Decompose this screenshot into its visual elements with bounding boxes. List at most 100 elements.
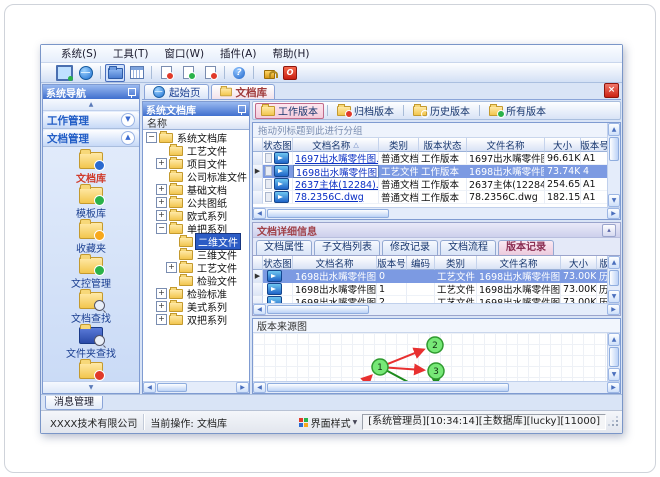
column-header-大小[interactable]: 大小 bbox=[545, 138, 581, 152]
detail-tab-子文档列表[interactable]: 子文档列表 bbox=[314, 240, 380, 255]
scroll-down-icon[interactable]: ▼ bbox=[608, 194, 620, 207]
version-filter-工作版本[interactable]: 工作版本 bbox=[255, 102, 324, 119]
table-row[interactable]: 2637主体(12284).dwg普通文档工作版本2637主体(12284).d… bbox=[253, 178, 607, 191]
document-link[interactable]: 2637主体(12284).dwg bbox=[295, 178, 378, 190]
tree-column-header[interactable]: 名称 bbox=[143, 116, 249, 130]
graph-vertical-scrollbar[interactable]: ▲ ▼ bbox=[607, 333, 620, 381]
version-filter-归档版本[interactable]: 归档版本 bbox=[331, 103, 400, 119]
screen-icon-button[interactable] bbox=[54, 64, 74, 82]
scroll-thumb[interactable] bbox=[609, 347, 619, 367]
resize-grip[interactable] bbox=[609, 417, 619, 427]
document-link[interactable]: 1697出水嘴零件图.dwg bbox=[295, 152, 378, 164]
scroll-left-icon[interactable]: ◀ bbox=[253, 382, 266, 393]
table-row[interactable]: 78.2356C.dwg普通文档工作版本78.2356C.dwg182.15KB… bbox=[253, 191, 607, 204]
column-header-版本号[interactable]: 版本号 bbox=[377, 256, 407, 270]
table-row[interactable]: 1697出水嘴零件图.dwg普通文档工作版本1697出水嘴零件图.dwg96.6… bbox=[253, 152, 607, 165]
sidebar-item-doc-search[interactable]: 文档查找 bbox=[43, 288, 139, 325]
sidebar-item-folder-search[interactable]: 文件夹查找 bbox=[43, 323, 139, 360]
sidebar-group-document[interactable]: 文档管理 ▲ bbox=[43, 130, 139, 147]
tab-message-management[interactable]: 消息管理 bbox=[45, 395, 103, 410]
folder-open-icon-button[interactable] bbox=[105, 63, 125, 82]
sidebar-group-work[interactable]: 工作管理 ▼ bbox=[43, 112, 139, 129]
expand-icon[interactable]: + bbox=[156, 301, 167, 312]
scroll-thumb[interactable] bbox=[157, 383, 187, 392]
doc-refresh-icon-button[interactable] bbox=[178, 64, 198, 82]
document-link[interactable]: 1698出水嘴零件图.dwg bbox=[296, 166, 378, 178]
detail-tab-文档流程[interactable]: 文档流程 bbox=[440, 240, 496, 255]
version-graph[interactable]: 01234 bbox=[253, 333, 607, 381]
detail-horizontal-scrollbar[interactable]: ◀ ▶ bbox=[253, 303, 620, 315]
scroll-thumb[interactable] bbox=[267, 209, 389, 218]
column-header-类别[interactable]: 类别 bbox=[435, 256, 477, 270]
grid-view-icon-button[interactable] bbox=[127, 64, 147, 82]
scroll-thumb[interactable] bbox=[609, 270, 619, 286]
expand-icon[interactable]: + bbox=[166, 262, 177, 273]
collapse-icon[interactable]: − bbox=[146, 132, 157, 143]
scroll-left-icon[interactable]: ◀ bbox=[143, 382, 156, 393]
scroll-down-icon[interactable]: ▼ bbox=[608, 290, 620, 303]
tree-horizontal-scrollbar[interactable]: ◀ ▶ bbox=[143, 381, 249, 393]
sidebar-item-checkout-doc[interactable]: 签出的文档 bbox=[43, 358, 139, 381]
pin-icon[interactable] bbox=[238, 105, 246, 115]
scroll-up-icon[interactable]: ▲ bbox=[608, 333, 620, 346]
detail-tab-修改记录[interactable]: 修改记录 bbox=[382, 240, 438, 255]
scroll-thumb[interactable] bbox=[267, 305, 369, 314]
column-header-版本号[interactable]: 版本号 bbox=[581, 138, 607, 152]
sidebar-item-doc-control[interactable]: 文控管理 bbox=[43, 253, 139, 290]
sidebar-scroll-up[interactable]: ▲ bbox=[43, 99, 139, 111]
menu-item-4[interactable]: 帮助(H) bbox=[264, 47, 317, 61]
detail-tab-版本记录[interactable]: 版本记录 bbox=[498, 240, 554, 255]
scroll-left-icon[interactable]: ◀ bbox=[253, 304, 266, 315]
detail-vertical-scrollbar[interactable]: ▲ ▼ bbox=[607, 256, 620, 303]
expand-icon[interactable]: + bbox=[156, 184, 167, 195]
pin-icon[interactable] bbox=[128, 88, 136, 98]
scroll-right-icon[interactable]: ▶ bbox=[607, 304, 620, 315]
column-header-版本状态[interactable]: 版本状态 bbox=[597, 256, 607, 270]
expand-icon[interactable]: + bbox=[156, 314, 167, 325]
sidebar-scroll-down[interactable]: ▼ bbox=[43, 381, 139, 393]
column-header-大小[interactable]: 大小 bbox=[561, 256, 597, 270]
table-row[interactable]: 1698出水嘴零件图.dwg2工艺文件1698出水嘴零件图.dwg73.00KB… bbox=[253, 296, 607, 303]
column-header-编码[interactable]: 编码 bbox=[407, 256, 435, 270]
expand-icon[interactable]: + bbox=[156, 197, 167, 208]
chevron-down-icon[interactable]: ▼ bbox=[121, 113, 135, 127]
scroll-down-icon[interactable]: ▼ bbox=[608, 368, 620, 381]
column-header-文件名称[interactable]: 文件名称 bbox=[477, 256, 561, 270]
menu-item-2[interactable]: 窗口(W) bbox=[156, 47, 212, 61]
chevron-up-icon[interactable]: ▲ bbox=[121, 131, 135, 145]
scroll-up-icon[interactable]: ▲ bbox=[608, 123, 620, 136]
column-header-类别[interactable]: 类别 bbox=[379, 138, 419, 152]
menu-item-1[interactable]: 工具(T) bbox=[105, 47, 157, 61]
scroll-right-icon[interactable]: ▶ bbox=[236, 382, 249, 393]
document-link[interactable]: 78.2356C.dwg bbox=[295, 192, 364, 203]
column-header-文档名称[interactable]: 文档名称 bbox=[293, 256, 377, 270]
power-icon-button[interactable]: O bbox=[280, 64, 300, 82]
documents-vertical-scrollbar[interactable]: ▲ ▼ bbox=[607, 123, 620, 207]
chevron-down-icon[interactable]: ▼ bbox=[353, 419, 358, 426]
doc-close-icon-button[interactable] bbox=[200, 64, 220, 82]
column-header-状态图[interactable]: 状态图 bbox=[263, 256, 293, 270]
scroll-right-icon[interactable]: ▶ bbox=[607, 208, 620, 219]
scroll-up-icon[interactable]: ▲ bbox=[608, 256, 620, 269]
tab-文档库[interactable]: 文档库 bbox=[210, 84, 275, 99]
column-header-文档名称[interactable]: 文档名称 △ bbox=[293, 138, 379, 152]
expand-icon[interactable]: + bbox=[156, 158, 167, 169]
detail-tab-文档属性[interactable]: 文档属性 bbox=[256, 240, 312, 255]
menu-item-3[interactable]: 插件(A) bbox=[212, 47, 264, 61]
graph-horizontal-scrollbar[interactable]: ◀ ▶ bbox=[253, 381, 620, 393]
column-header-状态图[interactable]: 状态图 bbox=[263, 138, 293, 152]
scroll-left-icon[interactable]: ◀ bbox=[253, 208, 266, 219]
sidebar-item-favorites[interactable]: 收藏夹 bbox=[43, 218, 139, 255]
globe-icon-button[interactable] bbox=[76, 64, 96, 82]
interface-style-button[interactable]: 界面样式 bbox=[311, 415, 351, 430]
doc-delete-icon-button[interactable] bbox=[156, 64, 176, 82]
table-row[interactable]: ▶1698出水嘴零件图.dwg0工艺文件1698出水嘴零件图.dwg73.00K… bbox=[253, 270, 607, 283]
collapse-icon[interactable]: ▴ bbox=[602, 223, 616, 237]
expand-icon[interactable]: + bbox=[156, 288, 167, 299]
table-row[interactable]: 1698出水嘴零件图.dwg1工艺文件1698出水嘴零件图.dwg73.00KB… bbox=[253, 283, 607, 296]
version-filter-历史版本[interactable]: 历史版本 bbox=[407, 103, 476, 119]
tree-item-双把系列[interactable]: + 双把系列 bbox=[143, 312, 249, 327]
collapse-icon[interactable]: − bbox=[156, 223, 167, 234]
column-header-版本状态[interactable]: 版本状态 bbox=[419, 138, 467, 152]
expand-icon[interactable]: + bbox=[156, 210, 167, 221]
